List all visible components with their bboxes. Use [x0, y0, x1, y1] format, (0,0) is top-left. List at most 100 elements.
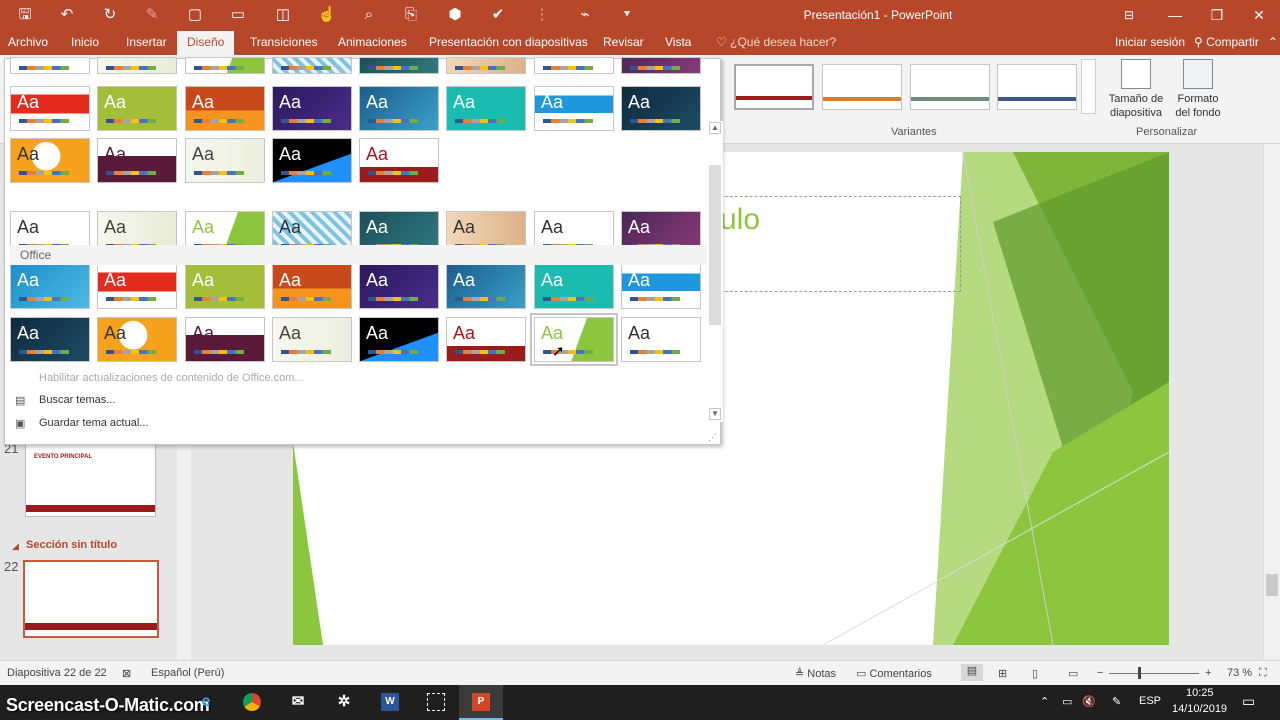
- tab-vista[interactable]: Vista: [665, 31, 691, 55]
- variants-scroll[interactable]: [1081, 59, 1096, 114]
- theme-thumbnail[interactable]: Aa: [621, 264, 701, 309]
- tab-archivo[interactable]: Archivo: [8, 31, 48, 55]
- volume-muted-icon[interactable]: 🔇: [1082, 695, 1096, 708]
- taskbar-app[interactable]: ✲: [322, 685, 366, 720]
- theme-thumbnail[interactable]: Aa: [185, 86, 265, 131]
- tab-insertar[interactable]: Insertar: [126, 31, 167, 55]
- slide-size-button[interactable]: Tamaño de diapositiva: [1104, 59, 1168, 120]
- clock-time[interactable]: 10:25: [1186, 687, 1214, 699]
- theme-thumbnail[interactable]: Aa: [97, 317, 177, 362]
- clock-date[interactable]: 14/10/2019: [1172, 703, 1227, 715]
- theme-thumbnail[interactable]: Aa: [272, 86, 352, 131]
- zoom-level[interactable]: 73 %: [1227, 667, 1252, 679]
- scroll-up-icon[interactable]: ▲: [709, 122, 721, 134]
- theme-thumbnail[interactable]: Aa: [530, 313, 618, 366]
- gallery-scroll-thumb[interactable]: [709, 165, 721, 325]
- fit-slide-icon[interactable]: ⛶: [1259, 667, 1267, 680]
- format-background-button[interactable]: Formato del fondo: [1170, 59, 1226, 120]
- section-collapse-icon[interactable]: ◢: [12, 541, 19, 552]
- taskbar-edge[interactable]: e: [184, 685, 228, 720]
- variant-2[interactable]: [822, 64, 902, 110]
- theme-thumbnail[interactable]: Aa: [446, 317, 526, 362]
- taskbar-snip[interactable]: [414, 685, 458, 720]
- resize-grip-icon[interactable]: ⋰: [708, 432, 717, 443]
- notes-button[interactable]: ≜ Notas: [795, 667, 836, 680]
- theme-thumbnail[interactable]: Aa: [359, 317, 439, 362]
- zoom-slider[interactable]: [1109, 673, 1199, 674]
- pen-icon[interactable]: ✎: [1112, 695, 1121, 708]
- theme-thumbnail[interactable]: Aa: [185, 317, 265, 362]
- theme-thumbnail[interactable]: Aa: [97, 138, 177, 183]
- theme-thumbnail[interactable]: Aa: [97, 264, 177, 309]
- slide-thumb-21[interactable]: EVENTO PRINCIPAL: [25, 443, 156, 517]
- theme-thumbnail[interactable]: Aa: [185, 138, 265, 183]
- theme-thumbnail[interactable]: Aa: [446, 86, 526, 131]
- theme-thumbnail[interactable]: Aa: [10, 264, 90, 309]
- theme-thumbnail[interactable]: Aa: [272, 264, 352, 309]
- variant-4[interactable]: [997, 64, 1077, 110]
- theme-thumbnail[interactable]: Aa: [621, 317, 701, 362]
- gallery-scrollbar[interactable]: ▲ ▼: [708, 121, 723, 422]
- theme-thumbnail[interactable]: [534, 57, 614, 74]
- theme-thumbnail[interactable]: [621, 57, 701, 74]
- theme-thumbnail[interactable]: Aa: [97, 86, 177, 131]
- slide-sorter-icon[interactable]: ⊞: [998, 667, 1007, 680]
- slideshow-view-icon[interactable]: ▭: [1068, 667, 1078, 680]
- taskbar-chrome[interactable]: [230, 685, 274, 720]
- notifications-icon[interactable]: ▭: [1242, 693, 1255, 710]
- theme-thumbnail[interactable]: Aa: [10, 138, 90, 183]
- theme-thumbnail[interactable]: Aa: [10, 317, 90, 362]
- theme-thumbnail[interactable]: [359, 57, 439, 74]
- input-language[interactable]: ESP: [1139, 695, 1161, 707]
- ribbon-collapse-icon[interactable]: ⌃: [1268, 31, 1278, 55]
- ribbon-options-icon[interactable]: ⊟: [1106, 0, 1152, 31]
- maximize-button[interactable]: ❐: [1194, 0, 1240, 31]
- minimize-button[interactable]: —: [1152, 0, 1198, 31]
- browse-themes-item[interactable]: Buscar temas...: [39, 394, 115, 406]
- variant-1[interactable]: [734, 64, 814, 110]
- theme-thumbnail[interactable]: Aa: [446, 264, 526, 309]
- zoom-in-button[interactable]: +: [1205, 667, 1211, 679]
- save-theme-item[interactable]: Guardar tema actual...: [39, 417, 148, 429]
- signin-link[interactable]: Iniciar sesión: [1115, 31, 1185, 53]
- theme-thumbnail[interactable]: Aa: [621, 86, 701, 131]
- theme-thumbnail[interactable]: Aa: [185, 264, 265, 309]
- variant-3[interactable]: [910, 64, 990, 110]
- slide-thumb-22[interactable]: [23, 560, 159, 638]
- tab-transiciones[interactable]: Transiciones: [250, 31, 318, 55]
- slide-scrollbar[interactable]: [1263, 144, 1280, 660]
- theme-thumbnail[interactable]: Aa: [272, 138, 352, 183]
- spellcheck-icon[interactable]: ⊠: [122, 667, 131, 680]
- theme-thumbnail[interactable]: Aa: [534, 86, 614, 131]
- scroll-thumb[interactable]: [1266, 574, 1278, 596]
- taskbar-mail[interactable]: ✉: [276, 685, 320, 720]
- tell-me-box[interactable]: ♡ ¿Qué desea hacer?: [716, 31, 836, 53]
- scroll-down-icon[interactable]: ▼: [709, 408, 721, 420]
- normal-view-icon[interactable]: ▤: [961, 664, 983, 681]
- tab-diseno[interactable]: Diseño: [177, 31, 235, 55]
- share-button[interactable]: ⚲ Compartir: [1194, 31, 1259, 53]
- theme-thumbnail[interactable]: Aa: [359, 264, 439, 309]
- reading-view-icon[interactable]: ▯: [1032, 667, 1038, 680]
- theme-thumbnail[interactable]: Aa: [272, 317, 352, 362]
- theme-thumbnail[interactable]: [97, 57, 177, 74]
- theme-thumbnail[interactable]: Aa: [359, 138, 439, 183]
- theme-thumbnail[interactable]: Aa: [10, 86, 90, 131]
- theme-thumbnail[interactable]: [10, 57, 90, 74]
- close-button[interactable]: ✕: [1236, 0, 1280, 31]
- tab-animaciones[interactable]: Animaciones: [338, 31, 407, 55]
- taskbar-powerpoint[interactable]: P: [459, 685, 503, 720]
- theme-thumbnail[interactable]: Aa: [534, 264, 614, 309]
- tab-revisar[interactable]: Revisar: [603, 31, 644, 55]
- theme-thumbnail[interactable]: Aa: [359, 86, 439, 131]
- theme-thumbnail[interactable]: [272, 57, 352, 74]
- taskbar-word[interactable]: W: [368, 685, 412, 720]
- comments-button[interactable]: ▭ Comentarios: [856, 667, 932, 680]
- network-icon[interactable]: ▭: [1062, 695, 1072, 708]
- tab-presentacion[interactable]: Presentación con diapositivas: [429, 31, 588, 55]
- tab-inicio[interactable]: Inicio: [71, 31, 99, 55]
- zoom-slider-handle[interactable]: [1138, 667, 1141, 679]
- tray-up-icon[interactable]: ⌃: [1040, 695, 1049, 708]
- zoom-out-button[interactable]: −: [1097, 667, 1103, 679]
- theme-thumbnail[interactable]: [185, 57, 265, 74]
